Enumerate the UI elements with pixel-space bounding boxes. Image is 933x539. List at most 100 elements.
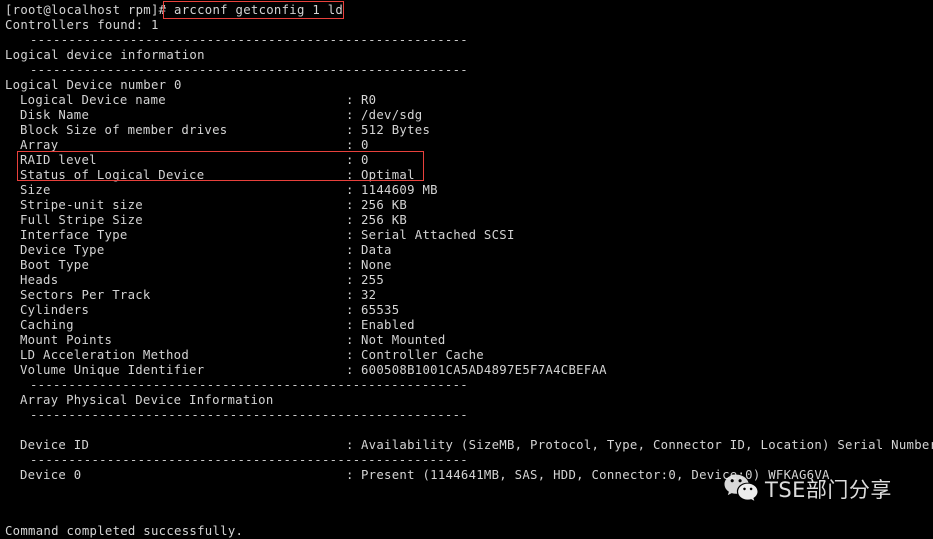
field-value: 32	[361, 288, 377, 302]
field-colon: :	[346, 123, 362, 137]
separator-rule-above-array-physical-device-information: ----------------------------------------…	[30, 378, 468, 392]
field-colon: :	[346, 153, 362, 167]
field-key: Full Stripe Size	[20, 213, 143, 227]
field-colon: :	[346, 273, 362, 287]
field-key: Volume Unique Identifier	[20, 363, 205, 377]
field-colon: :	[346, 198, 362, 212]
section-title-logical-device-information: Logical device information	[5, 48, 205, 62]
field-colon: :	[346, 228, 362, 242]
field-key: Device Type	[20, 243, 105, 257]
field-colon: :	[346, 183, 362, 197]
typed-command: arcconf getconfig 1 ld	[174, 3, 344, 17]
field-value: 0	[361, 153, 369, 167]
field-colon: :	[346, 318, 362, 332]
field-logical-device-name: Logical Device name: R0	[0, 93, 933, 108]
field-sectors-per-track: Sectors Per Track: 32	[0, 288, 933, 303]
field-boot-type: Boot Type: None	[0, 258, 933, 273]
field-colon: :	[346, 213, 362, 227]
field-key: Array	[20, 138, 59, 152]
field-value: 600508B1001CA5AD4897E5F7A4CBEFAA	[361, 363, 607, 377]
field-colon: :	[346, 243, 362, 257]
field-key: LD Acceleration Method	[20, 348, 190, 362]
field-key: Disk Name	[20, 108, 90, 122]
field-key: Mount Points	[20, 333, 113, 347]
field-value: Enabled	[361, 318, 415, 332]
field-full-stripe-size: Full Stripe Size: 256 KB	[0, 213, 933, 228]
separator-rule-under-array-physical-device-information: ----------------------------------------…	[30, 408, 468, 422]
field-device-type: Device Type: Data	[0, 243, 933, 258]
wechat-watermark: TSE部门分享	[724, 474, 892, 507]
field-ld-acceleration-method: LD Acceleration Method: Controller Cache	[0, 348, 933, 363]
field-value: R0	[361, 93, 377, 107]
separator-rule-under-device-table-header: ----------------------------------------…	[30, 453, 468, 467]
field-key: Size	[20, 183, 51, 197]
field-value: Optimal	[361, 168, 415, 182]
logical-device-number-line: Logical Device number 0	[5, 78, 182, 92]
field-value: 255	[361, 273, 385, 287]
wechat-icon	[724, 474, 758, 507]
field-colon: :	[346, 258, 362, 272]
field-volume-unique-identifier: Volume Unique Identifier: 600508B1001CA5…	[0, 363, 933, 378]
field-interface-type: Interface Type: Serial Attached SCSI	[0, 228, 933, 243]
device-id: Device 0	[20, 468, 82, 482]
field-key: Caching	[20, 318, 74, 332]
separator-rule-top: ----------------------------------------…	[30, 33, 468, 47]
field-value: 65535	[361, 303, 400, 317]
column-header-device-id: Device ID	[20, 438, 90, 452]
field-value: Serial Attached SCSI	[361, 228, 515, 242]
field-key: Stripe-unit size	[20, 198, 143, 212]
field-colon: :	[346, 138, 362, 152]
field-key: Status of Logical Device	[20, 168, 205, 182]
field-colon: :	[346, 288, 362, 302]
field-array: Array: 0	[0, 138, 933, 153]
field-colon: :	[346, 168, 362, 182]
field-colon: :	[346, 348, 362, 362]
terminal-window[interactable]: [root@localhost rpm]# arcconf getconfig …	[0, 0, 933, 538]
field-colon: :	[346, 438, 362, 452]
field-value: 256 KB	[361, 198, 408, 212]
field-key: RAID level	[20, 153, 97, 167]
field-size: Size: 1144609 MB	[0, 183, 933, 198]
field-value: 256 KB	[361, 213, 408, 227]
separator-rule-under-logical-device-information: ----------------------------------------…	[30, 63, 468, 77]
field-key: Logical Device name	[20, 93, 166, 107]
shell-prompt: [root@localhost rpm]#	[5, 3, 175, 17]
field-key: Block Size of member drives	[20, 123, 228, 137]
field-disk-name: Disk Name: /dev/sdg	[0, 108, 933, 123]
command-result-message: Command completed successfully.	[5, 524, 244, 538]
field-heads: Heads: 255	[0, 273, 933, 288]
field-colon: :	[346, 93, 362, 107]
field-status-of-logical-device: Status of Logical Device: Optimal	[0, 168, 933, 183]
field-key: Boot Type	[20, 258, 90, 272]
field-value: 1144609 MB	[361, 183, 438, 197]
column-header-availability: Availability (SizeMB, Protocol, Type, Co…	[361, 438, 933, 452]
field-key: Sectors Per Track	[20, 288, 151, 302]
field-colon: :	[346, 333, 362, 347]
field-colon: :	[346, 363, 362, 377]
field-key: Interface Type	[20, 228, 128, 242]
section-title-array-physical-device-information: Array Physical Device Information	[20, 393, 274, 407]
controllers-found-line: Controllers found: 1	[5, 18, 159, 32]
field-block-size-of-member-drives: Block Size of member drives: 512 Bytes	[0, 123, 933, 138]
field-value: 512 Bytes	[361, 123, 431, 137]
prompt-line: [root@localhost rpm]# arcconf getconfig …	[0, 3, 933, 18]
field-caching: Caching: Enabled	[0, 318, 933, 333]
field-colon: :	[346, 468, 362, 482]
field-cylinders: Cylinders: 65535	[0, 303, 933, 318]
field-key: Cylinders	[20, 303, 90, 317]
field-colon: :	[346, 303, 362, 317]
field-colon: :	[346, 108, 362, 122]
field-raid-level: RAID level: 0	[0, 153, 933, 168]
field-value: Data	[361, 243, 392, 257]
field-stripe-unit-size: Stripe-unit size: 256 KB	[0, 198, 933, 213]
field-value: Not Mounted	[361, 333, 446, 347]
field-value: 0	[361, 138, 369, 152]
field-mount-points: Mount Points: Not Mounted	[0, 333, 933, 348]
watermark-label: TSE部门分享	[765, 478, 892, 502]
field-value: /dev/sdg	[361, 108, 423, 122]
field-value: Controller Cache	[361, 348, 484, 362]
field-key: Heads	[20, 273, 59, 287]
field-value: None	[361, 258, 392, 272]
physical-device-table-header: Device ID: Availability (SizeMB, Protoco…	[0, 438, 933, 453]
